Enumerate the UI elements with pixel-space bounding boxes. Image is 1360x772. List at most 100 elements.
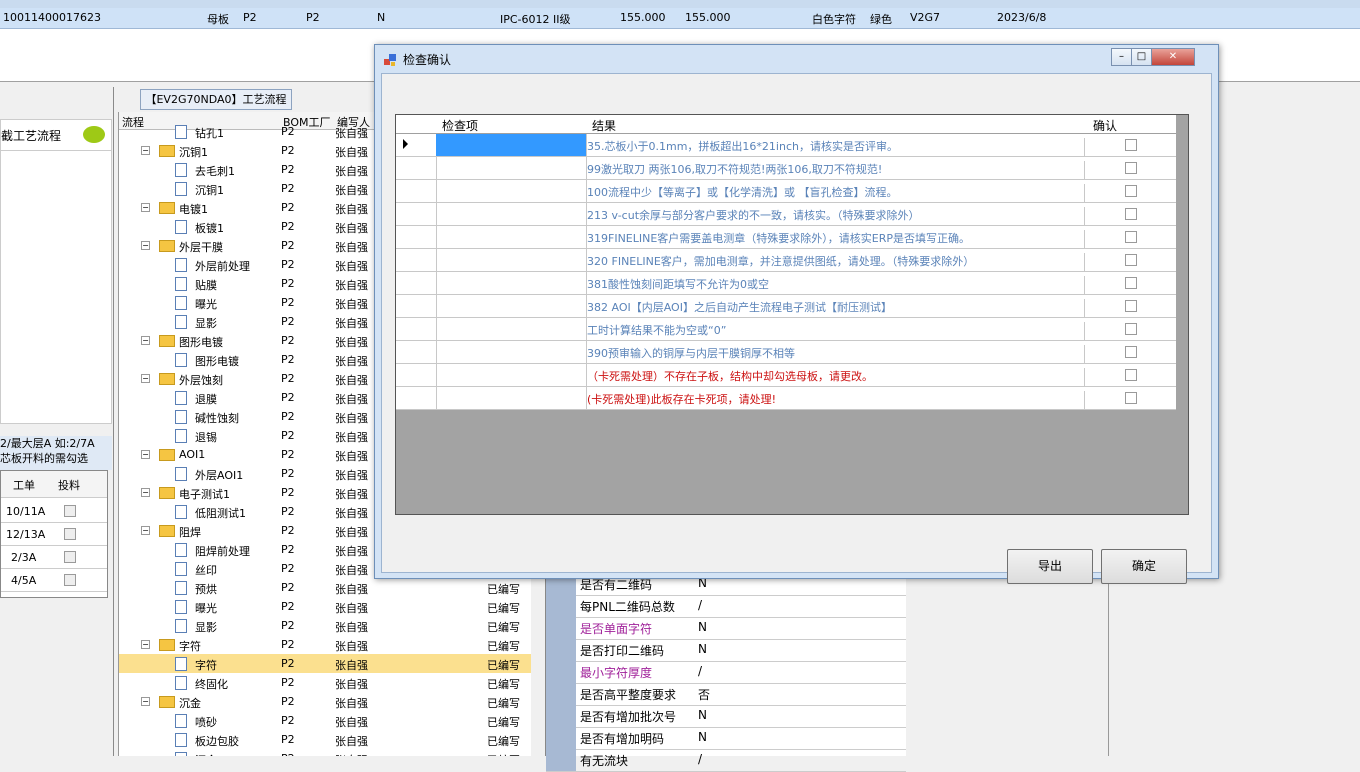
tree-node[interactable]: − 沉金 P2 张自强 已编写 (119, 692, 531, 711)
row-header[interactable] (396, 180, 437, 202)
confirm-checkbox[interactable] (1125, 139, 1137, 151)
property-row[interactable]: 有无流块 / (546, 749, 906, 772)
check-row[interactable]: 213 v-cut余厚与部分客户要求的不一致，请核实。（特殊要求除外） (396, 203, 1176, 226)
confirm-checkbox[interactable] (1125, 254, 1137, 266)
row-header[interactable] (396, 203, 437, 225)
confirm-checkbox[interactable] (1125, 185, 1137, 197)
tab-process-flow[interactable]: 【EV2G70NDA0】工艺流程 (140, 89, 292, 110)
property-value[interactable]: N (698, 730, 707, 744)
workorder-row[interactable]: 4/5A (1, 569, 107, 592)
feed-checkbox[interactable] (64, 551, 76, 563)
check-item-cell[interactable] (436, 180, 587, 202)
feed-checkbox[interactable] (64, 505, 76, 517)
property-row[interactable]: 每PNL二维码总数 / (546, 595, 906, 618)
property-row[interactable]: 是否高平整度要求 否 (546, 683, 906, 706)
check-item-cell[interactable] (436, 249, 587, 271)
confirm-checkbox[interactable] (1125, 208, 1137, 220)
check-item-cell[interactable] (436, 203, 587, 225)
check-row[interactable]: 99激光取刀 两张106,取刀不符规范!两张106,取刀不符规范! (396, 157, 1176, 180)
row-header[interactable] (396, 341, 437, 363)
property-value[interactable]: N (698, 642, 707, 656)
property-row[interactable]: 是否有增加明码 N (546, 727, 906, 750)
maximize-button[interactable]: □ (1131, 48, 1152, 66)
tree-node[interactable]: 曝光 P2 张自强 已编写 (119, 597, 531, 616)
collapse-icon[interactable]: − (141, 146, 150, 155)
tree-node[interactable]: 字符 P2 张自强 已编写 (119, 654, 531, 673)
collapse-icon[interactable]: − (141, 241, 150, 250)
collapse-icon[interactable]: − (141, 336, 150, 345)
collapse-icon[interactable]: − (141, 488, 150, 497)
row-header[interactable] (396, 295, 437, 317)
workorder-row[interactable]: 12/13A (1, 523, 107, 546)
property-row[interactable]: 是否单面字符 N (546, 617, 906, 640)
row-header[interactable] (396, 318, 437, 340)
confirm-checkbox[interactable] (1125, 323, 1137, 335)
tree-node[interactable]: − 字符 P2 张自强 已编写 (119, 635, 531, 654)
export-button[interactable]: 导出 (1007, 549, 1093, 584)
check-row[interactable]: (卡死需处理)此板存在卡死项，请处理! (396, 387, 1176, 410)
property-row[interactable]: 是否有增加批次号 N (546, 705, 906, 728)
collapse-icon[interactable]: − (141, 450, 150, 459)
check-item-cell[interactable] (436, 318, 587, 340)
chat-bubble-icon[interactable] (83, 126, 105, 143)
collapse-icon[interactable]: − (141, 374, 150, 383)
tree-node[interactable]: 板边包胶 P2 张自强 已编写 (119, 730, 531, 749)
check-row[interactable]: 319FINELINE客户需要盖电测章（特殊要求除外），请核实ERP是否填写正确… (396, 226, 1176, 249)
property-value[interactable]: N (698, 708, 707, 722)
property-value[interactable]: / (698, 752, 702, 766)
check-item-cell[interactable] (436, 295, 587, 317)
confirm-checkbox[interactable] (1125, 369, 1137, 381)
confirm-checkbox[interactable] (1125, 346, 1137, 358)
check-row[interactable]: 382 AOI【内层AOI】之后自动产生流程电子测试【耐压测试】 (396, 295, 1176, 318)
property-value[interactable]: / (698, 664, 702, 678)
tree-node[interactable]: 沉金 P2 张自强 已编写 (119, 749, 531, 756)
minimize-button[interactable]: – (1111, 48, 1132, 66)
collapse-icon[interactable]: − (141, 697, 150, 706)
collapse-icon[interactable]: − (141, 640, 150, 649)
property-row[interactable]: 最小字符厚度 / (546, 661, 906, 684)
check-row[interactable]: 100流程中少【等离子】或【化学清洗】或 【盲孔检查】流程。 (396, 180, 1176, 203)
tree-node[interactable]: 显影 P2 张自强 已编写 (119, 616, 531, 635)
confirm-checkbox[interactable] (1125, 392, 1137, 404)
confirm-checkbox[interactable] (1125, 277, 1137, 289)
feed-checkbox[interactable] (64, 574, 76, 586)
tree-node[interactable]: 终固化 P2 张自强 已编写 (119, 673, 531, 692)
check-item-cell[interactable] (436, 134, 587, 156)
workorder-row[interactable]: 2/3A (1, 546, 107, 569)
collapse-icon[interactable]: − (141, 203, 150, 212)
property-value[interactable]: / (698, 598, 702, 612)
feed-checkbox[interactable] (64, 528, 76, 540)
check-row[interactable]: 320 FINELINE客户，需加电测章，并注意提供图纸，请处理。（特殊要求除外… (396, 249, 1176, 272)
ok-button[interactable]: 确定 (1101, 549, 1187, 584)
check-grid[interactable]: 检查项 结果 确认 35.芯板小于0.1mm，拼板超出16*21inch，请核实… (395, 114, 1189, 515)
top-grid-row[interactable]: 10011400017623 母板 P2 P2 N IPC-6012 II级 1… (0, 8, 1360, 29)
collapse-icon[interactable]: − (141, 526, 150, 535)
workorder-row[interactable]: 10/11A (1, 500, 107, 523)
property-value[interactable]: N (698, 620, 707, 634)
row-header[interactable] (396, 157, 437, 179)
property-value[interactable]: 否 (698, 686, 710, 703)
check-row[interactable]: 381酸性蚀刻间距填写不允许为0或空 (396, 272, 1176, 295)
tree-node[interactable]: 喷砂 P2 张自强 已编写 (119, 711, 531, 730)
confirm-checkbox[interactable] (1125, 162, 1137, 174)
row-header[interactable] (396, 226, 437, 248)
check-row[interactable]: （卡死需处理）不存在子板，结构中却勾选母板，请更改。 (396, 364, 1176, 387)
check-item-cell[interactable] (436, 364, 587, 386)
row-header[interactable] (396, 364, 437, 386)
check-row[interactable]: 35.芯板小于0.1mm，拼板超出16*21inch，请核实是否评审。 (396, 134, 1176, 157)
check-item-cell[interactable] (436, 157, 587, 179)
check-row[interactable]: 工时计算结果不能为空或“0” (396, 318, 1176, 341)
check-row[interactable]: 390预审输入的铜厚与内层干膜铜厚不相等 (396, 341, 1176, 364)
row-header[interactable] (396, 249, 437, 271)
row-header[interactable] (396, 387, 437, 409)
tree-node[interactable]: 预烘 P2 张自强 已编写 (119, 578, 531, 597)
property-row[interactable]: 是否打印二维码 N (546, 639, 906, 662)
confirm-checkbox[interactable] (1125, 231, 1137, 243)
close-button[interactable]: ✕ (1151, 48, 1195, 66)
row-header[interactable] (396, 134, 437, 156)
row-header[interactable] (396, 272, 437, 294)
check-item-cell[interactable] (436, 387, 587, 409)
check-item-cell[interactable] (436, 272, 587, 294)
check-item-cell[interactable] (436, 341, 587, 363)
check-item-cell[interactable] (436, 226, 587, 248)
